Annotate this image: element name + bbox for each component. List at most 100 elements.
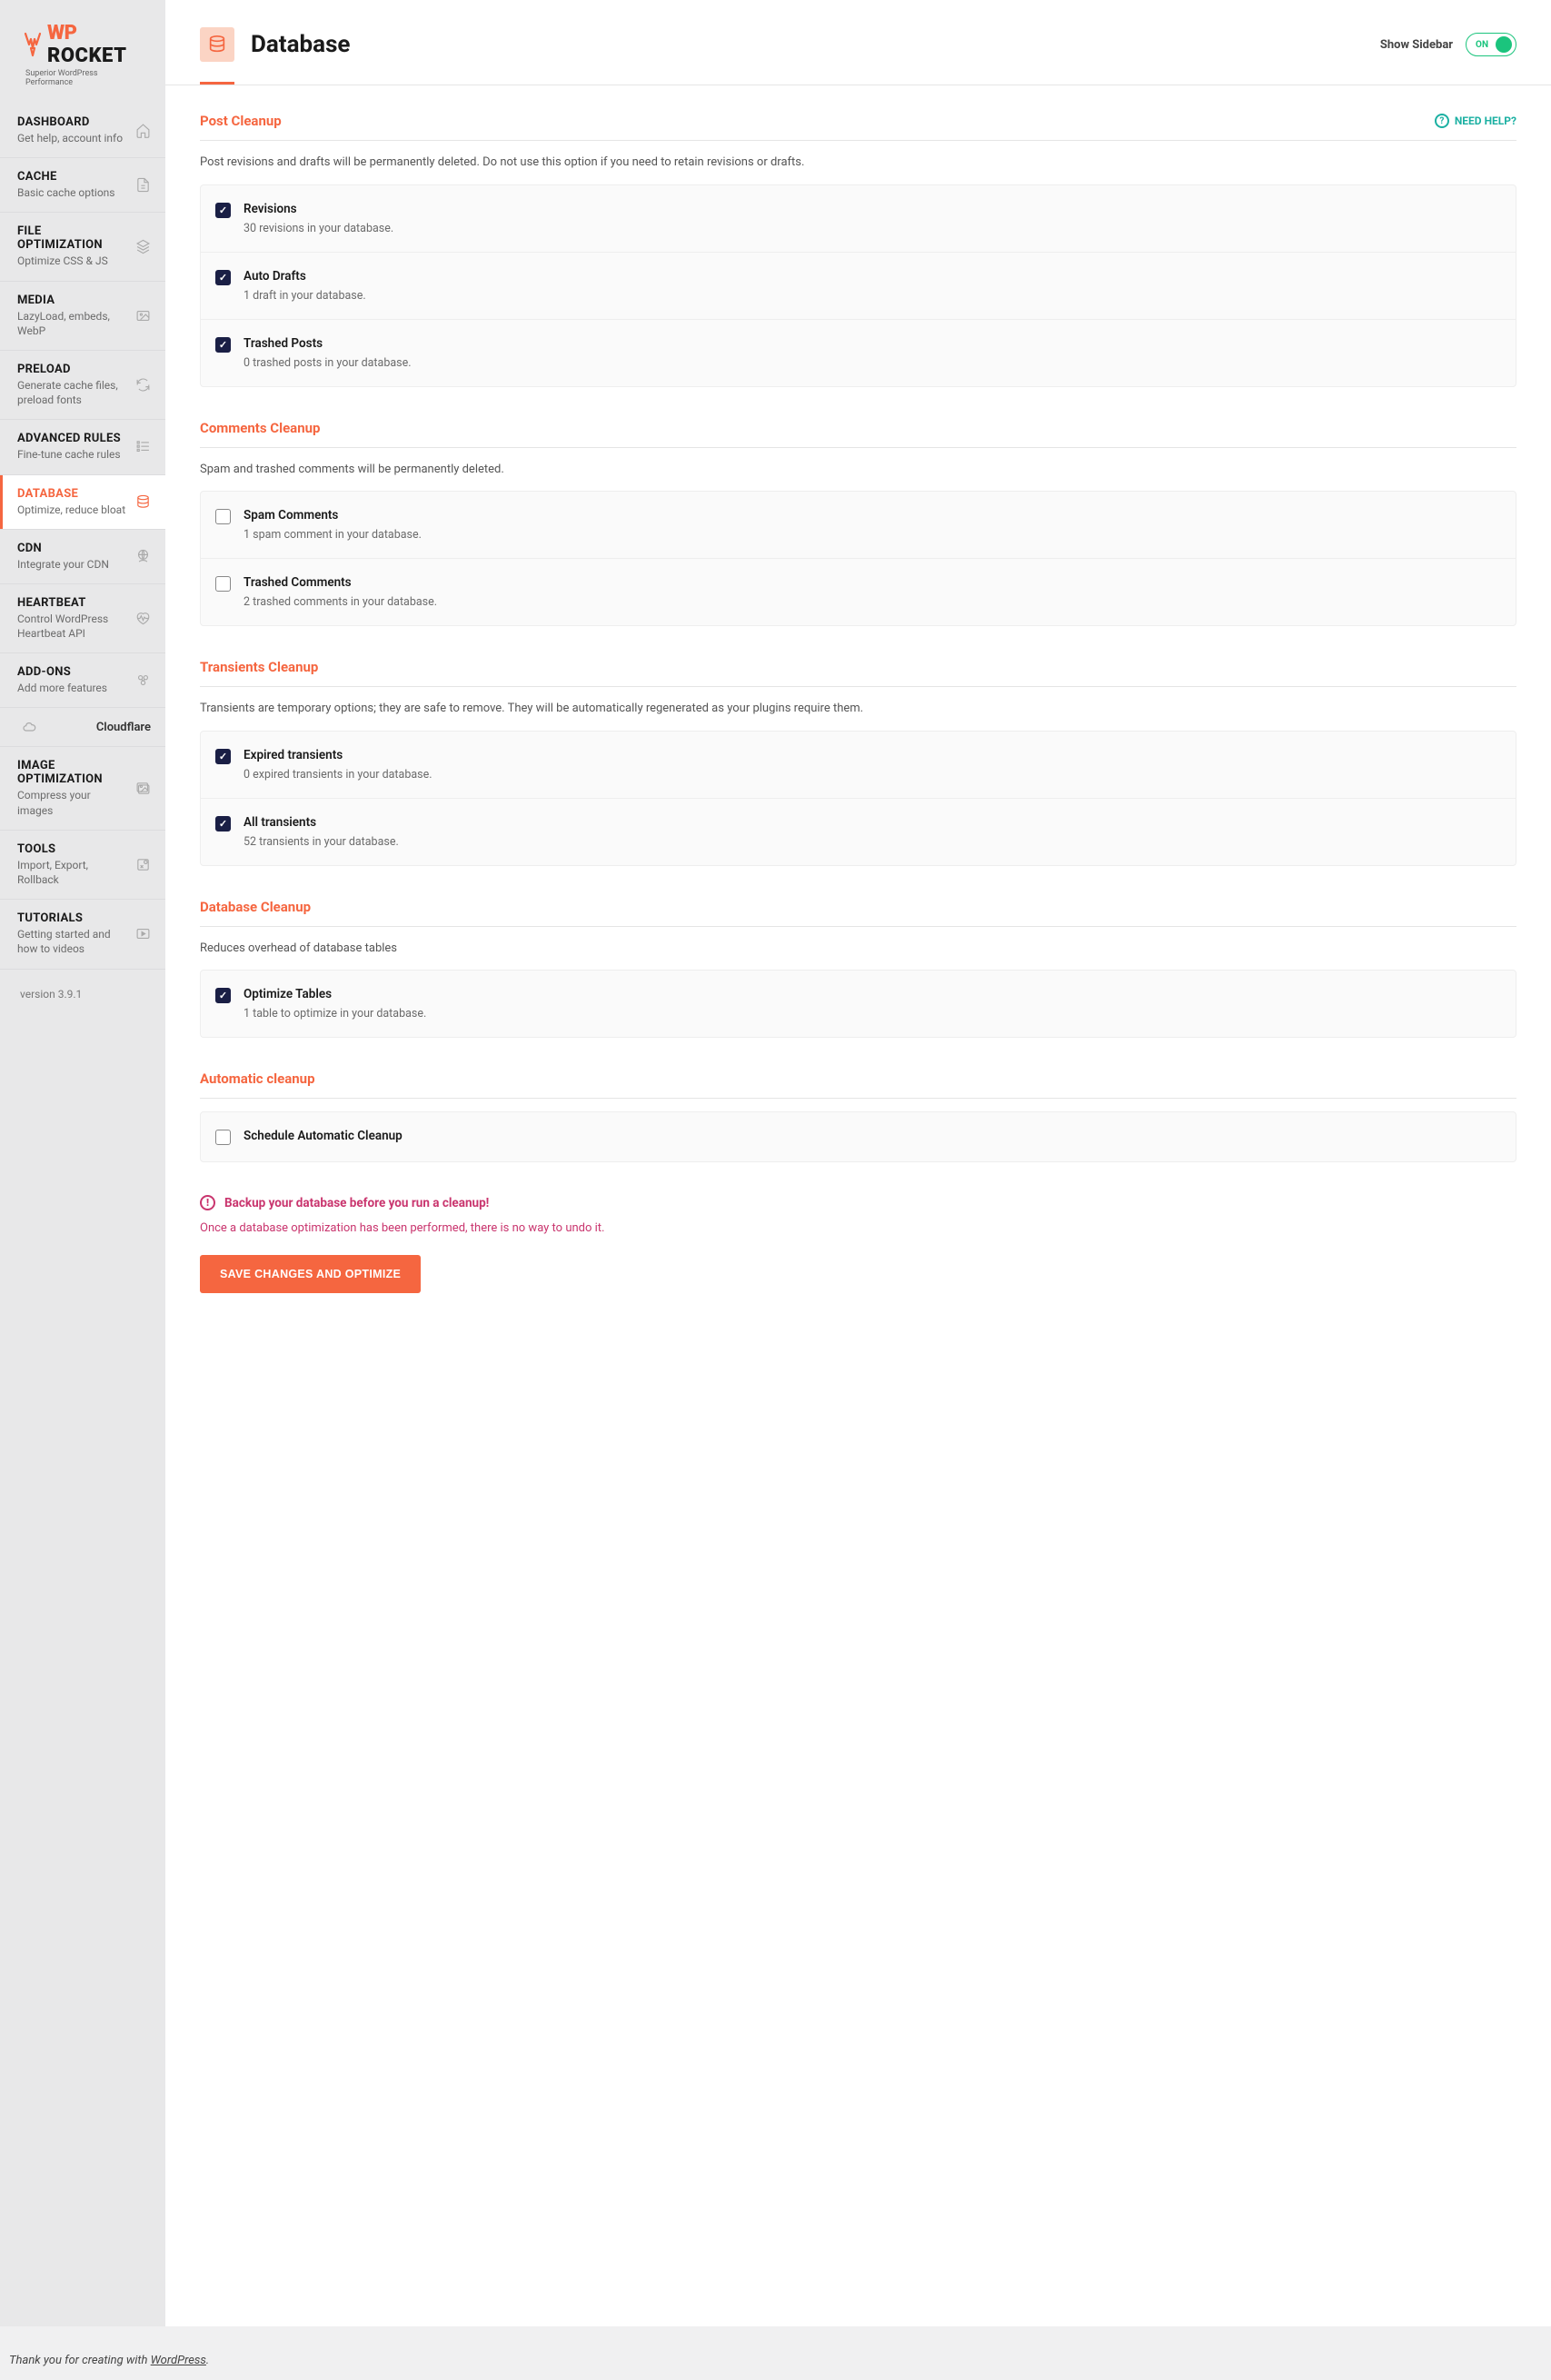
sidebar-item-add-ons[interactable]: ADD-ONS Add more features (0, 653, 165, 708)
main-content: Database Show Sidebar ON Post Cleanup ?N… (165, 0, 1551, 2326)
logo-tagline: Superior WordPress Performance (25, 69, 144, 87)
section-post-cleanup: Post Cleanup ?NEED HELP? Post revisions … (200, 113, 1516, 387)
cloud-icon (22, 720, 36, 734)
puzzle-icon (135, 672, 151, 688)
option-row: ✓ Trashed Posts 0 trashed posts in your … (201, 320, 1516, 386)
nav-desc: Fine-tune cache rules (17, 447, 128, 462)
warning-desc: Once a database optimization has been pe… (200, 1221, 1516, 1235)
checkbox-schedule-automatic-cleanup[interactable] (215, 1130, 231, 1145)
nav-desc: LazyLoad, embeds, WebP (17, 309, 128, 338)
nav-title: MEDIA (17, 294, 128, 307)
option-label: All transients (244, 815, 399, 830)
logo-prefix: WP (47, 22, 76, 45)
need-help-link[interactable]: ?NEED HELP? (1435, 114, 1516, 128)
nav-desc: Integrate your CDN (17, 557, 128, 572)
option-sub: 0 trashed posts in your database. (244, 356, 412, 370)
sidebar-item-dashboard[interactable]: DASHBOARD Get help, account info (0, 104, 165, 158)
refresh-icon (135, 377, 151, 393)
warning-banner: ! Backup your database before you run a … (200, 1195, 1516, 1210)
sidebar-item-heartbeat[interactable]: HEARTBEAT Control WordPress Heartbeat AP… (0, 584, 165, 653)
section-automatic-cleanup: Automatic cleanup Schedule Automatic Cle… (200, 1071, 1516, 1162)
sidebar-item-preload[interactable]: PRELOAD Generate cache files, preload fo… (0, 351, 165, 420)
sidebar-item-database[interactable]: DATABASE Optimize, reduce bloat (0, 475, 165, 530)
toggle-state: ON (1476, 40, 1488, 50)
option-group: Schedule Automatic Cleanup (200, 1111, 1516, 1162)
footer: Thank you for creating with WordPress. (0, 2326, 1551, 2380)
checkbox-optimize-tables[interactable]: ✓ (215, 988, 231, 1003)
section-title: Comments Cleanup (200, 420, 320, 436)
toggle-knob (1496, 36, 1512, 53)
show-sidebar-toggle[interactable]: ON (1466, 33, 1516, 56)
option-row: Schedule Automatic Cleanup (201, 1112, 1516, 1161)
help-text: NEED HELP? (1455, 115, 1516, 127)
option-sub: 1 draft in your database. (244, 289, 366, 303)
checkbox-trashed-comments[interactable] (215, 576, 231, 592)
nav-desc: Getting started and how to videos (17, 927, 128, 956)
nav-title: PRELOAD (17, 363, 128, 376)
option-label: Optimize Tables (244, 987, 426, 1001)
nav-desc: Optimize, reduce bloat (17, 503, 128, 517)
nav-desc: Optimize CSS & JS (17, 254, 128, 268)
tools-icon (135, 857, 151, 872)
page-title: Database (251, 31, 350, 58)
section-desc: Spam and trashed comments will be perman… (200, 448, 1516, 492)
option-sub: 1 table to optimize in your database. (244, 1007, 426, 1021)
option-label: Schedule Automatic Cleanup (244, 1129, 403, 1143)
option-row: Spam Comments 1 spam comment in your dat… (201, 492, 1516, 559)
heartbeat-icon (135, 611, 151, 626)
sidebar-item-cloudflare[interactable]: Cloudflare (0, 708, 165, 747)
section-title: Transients Cleanup (200, 659, 318, 675)
section-title: Post Cleanup (200, 113, 282, 129)
sidebar-item-tutorials[interactable]: TUTORIALS Getting started and how to vid… (0, 900, 165, 969)
sidebar-item-cache[interactable]: CACHE Basic cache options (0, 158, 165, 213)
images-icon (135, 781, 151, 796)
sidebar-item-tools[interactable]: TOOLS Import, Export, Rollback (0, 831, 165, 900)
logo-suffix: ROCKET (47, 45, 126, 67)
option-group: ✓ Optimize Tables 1 table to optimize in… (200, 970, 1516, 1038)
sidebar-item-advanced-rules[interactable]: ADVANCED RULES Fine-tune cache rules (0, 420, 165, 474)
checkbox-auto-drafts[interactable]: ✓ (215, 270, 231, 285)
option-row: ✓ Optimize Tables 1 table to optimize in… (201, 971, 1516, 1037)
option-label: Spam Comments (244, 508, 422, 523)
wordpress-link[interactable]: WordPress (151, 2354, 206, 2367)
option-sub: 0 expired transients in your database. (244, 768, 432, 782)
save-optimize-button[interactable]: SAVE CHANGES AND OPTIMIZE (200, 1255, 421, 1293)
section-desc: Reduces overhead of database tables (200, 927, 1516, 971)
sidebar-item-label: Cloudflare (96, 721, 151, 734)
sidebar-item-file-optimization[interactable]: FILE OPTIMIZATION Optimize CSS & JS (0, 213, 165, 281)
option-label: Trashed Comments (244, 575, 437, 590)
option-group: ✓ Revisions 30 revisions in your databas… (200, 184, 1516, 387)
checkbox-all-transients[interactable]: ✓ (215, 816, 231, 832)
database-icon (200, 27, 234, 62)
sidebar-item-cdn[interactable]: CDN Integrate your CDN (0, 530, 165, 584)
option-sub: 2 trashed comments in your database. (244, 595, 437, 609)
nav-desc: Basic cache options (17, 185, 128, 200)
nav-title: CACHE (17, 170, 128, 184)
logo-icon (22, 32, 44, 57)
checkbox-revisions[interactable]: ✓ (215, 203, 231, 218)
checkbox-expired-transients[interactable]: ✓ (215, 749, 231, 764)
section-title: Database Cleanup (200, 899, 311, 915)
nav-title: ADVANCED RULES (17, 432, 128, 445)
sidebar: WP ROCKET Superior WordPress Performance… (0, 0, 165, 2326)
sidebar-item-media[interactable]: MEDIA LazyLoad, embeds, WebP (0, 282, 165, 351)
checkbox-trashed-posts[interactable]: ✓ (215, 337, 231, 353)
nav-title: IMAGE OPTIMIZATION (17, 759, 128, 786)
warning-icon: ! (200, 1195, 215, 1210)
option-group: Spam Comments 1 spam comment in your dat… (200, 491, 1516, 626)
section-transients-cleanup: Transients Cleanup Transients are tempor… (200, 659, 1516, 866)
nav-secondary: IMAGE OPTIMIZATION Compress your images … (0, 747, 165, 969)
image-icon (135, 308, 151, 324)
nav-title: ADD-ONS (17, 665, 128, 679)
nav-desc: Generate cache files, preload fonts (17, 378, 128, 407)
home-icon (135, 123, 151, 138)
section-desc: Transients are temporary options; they a… (200, 687, 1516, 731)
logo: WP ROCKET Superior WordPress Performance (0, 0, 165, 104)
play-icon (135, 926, 151, 941)
nav-title: TUTORIALS (17, 911, 128, 925)
checkbox-spam-comments[interactable] (215, 509, 231, 524)
sidebar-item-image-optimization[interactable]: IMAGE OPTIMIZATION Compress your images (0, 747, 165, 830)
option-label: Revisions (244, 202, 393, 216)
page-header: Database Show Sidebar ON (165, 0, 1551, 62)
option-row: ✓ All transients 52 transients in your d… (201, 799, 1516, 865)
